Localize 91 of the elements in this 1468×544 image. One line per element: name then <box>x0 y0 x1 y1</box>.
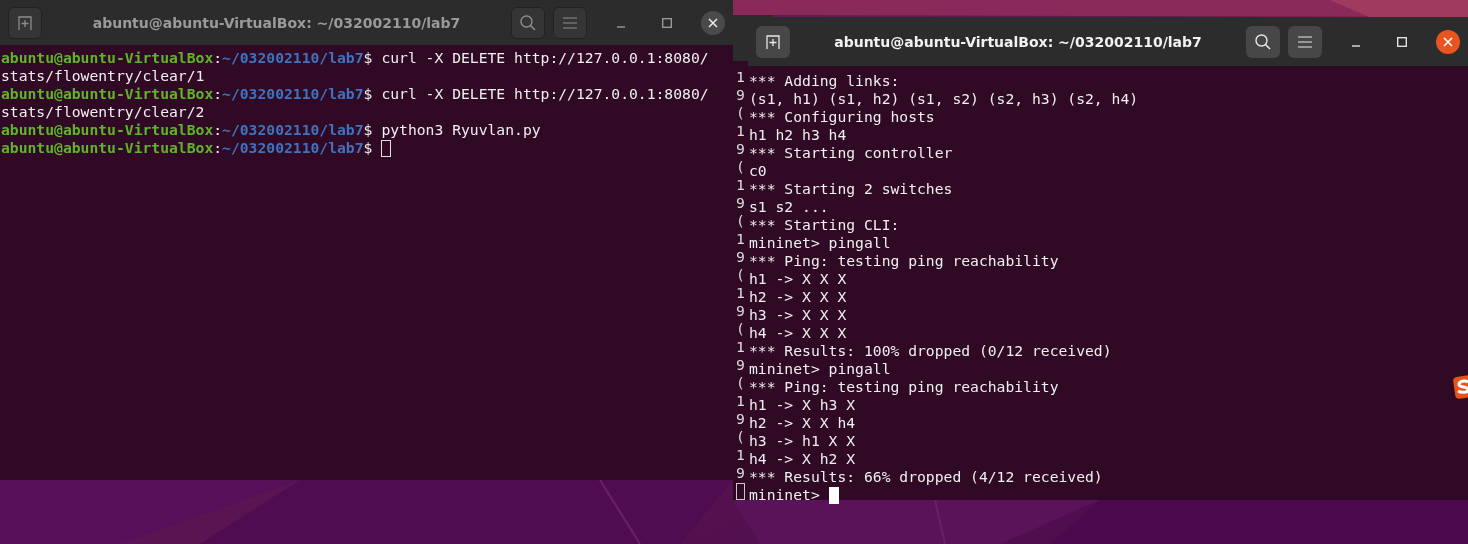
prompt-path: ~/032002110/lab7 <box>222 49 364 67</box>
terminal-text: *** Results: 66% dropped (4/12 received) <box>749 468 1103 486</box>
search-icon <box>1254 32 1272 51</box>
terminal-text: 1 <box>736 338 745 356</box>
prompt-user: abuntu@abuntu-VirtualBox <box>1 85 214 103</box>
command-text: curl -X DELETE http://127.0.0.1:8080/ <box>381 49 709 67</box>
terminal-text: h2 -> X X X <box>749 288 847 306</box>
maximize-icon <box>1397 36 1407 47</box>
terminal-text: 9 <box>736 248 745 266</box>
terminal-text: c0 <box>749 162 767 180</box>
logo-icon <box>1452 374 1468 400</box>
new-tab-button[interactable] <box>8 6 42 39</box>
prompt-sign: $ <box>363 121 373 139</box>
terminal-text: *** Configuring hosts <box>749 108 935 126</box>
terminal-text: mininet> <box>749 486 820 504</box>
terminal-text: 1 <box>736 284 745 302</box>
terminal-text: 1 <box>736 68 745 86</box>
terminal-text: 9 <box>736 302 745 320</box>
terminal-text: h3 -> X X X <box>749 306 847 324</box>
terminal-text: 9 <box>736 410 745 428</box>
terminal-text: stats/flowentry/clear/2 <box>1 103 205 121</box>
terminal-text: 9 <box>736 356 745 374</box>
prompt-sign: $ <box>363 85 373 103</box>
new-tab-icon <box>765 33 781 50</box>
terminal-text: mininet> pingall <box>749 234 891 252</box>
terminal-text: ( <box>736 158 745 176</box>
prompt-path: ~/032002110/lab7 <box>222 121 364 139</box>
menu-icon <box>563 16 577 29</box>
close-icon <box>1443 36 1453 47</box>
prompt-user: abuntu@abuntu-VirtualBox <box>1 121 214 139</box>
prompt-user: abuntu@abuntu-VirtualBox <box>1 49 214 67</box>
new-tab-icon <box>17 14 33 31</box>
terminal-text: 1 <box>736 446 745 464</box>
terminal-text: *** Adding links: <box>749 72 900 90</box>
prompt-sign: $ <box>363 139 373 157</box>
minimize-icon <box>616 25 626 28</box>
prompt-path: ~/032002110/lab7 <box>222 85 364 103</box>
terminal-text: *** Ping: testing ping reachability <box>749 252 1059 270</box>
menu-icon <box>1298 35 1312 48</box>
command-text: python3 Ryuvlan.py <box>381 121 541 139</box>
terminal-text: ( <box>736 212 745 230</box>
terminal-text: stats/flowentry/clear/1 <box>1 67 205 85</box>
prompt-colon: : <box>213 139 223 157</box>
terminal-text: h1 h2 h3 h4 <box>749 126 847 144</box>
close-icon <box>708 17 718 28</box>
prompt-path: ~/032002110/lab7 <box>222 139 364 157</box>
command-text: curl -X DELETE http://127.0.0.1:8080/ <box>381 85 709 103</box>
terminal-text: *** Starting CLI: <box>749 216 900 234</box>
terminal-text: s1 s2 ... <box>749 198 829 216</box>
terminal-text: 1 <box>736 122 745 140</box>
prompt-user: abuntu@abuntu-VirtualBox <box>1 139 214 157</box>
terminal-text: ( <box>736 320 745 338</box>
minimize-icon <box>1351 44 1361 47</box>
new-tab-button[interactable] <box>756 25 790 58</box>
terminal-text: *** Results: 100% dropped (0/12 received) <box>749 342 1112 360</box>
terminal-text: h4 -> X X X <box>749 324 847 342</box>
prompt-sign: $ <box>363 49 373 67</box>
search-button[interactable] <box>1246 25 1280 58</box>
terminal-text: *** Ping: testing ping reachability <box>749 378 1059 396</box>
terminal-text: 1 <box>736 230 745 248</box>
terminal-text: *** Starting 2 switches <box>749 180 953 198</box>
prompt-colon: : <box>213 121 223 139</box>
terminal-text: h1 -> X X X <box>749 270 847 288</box>
terminal-text: h1 -> X h3 X <box>749 396 856 414</box>
terminal-text: ( <box>736 104 745 122</box>
maximize-icon <box>662 17 672 28</box>
terminal-text: ( <box>736 266 745 284</box>
terminal-text: 1 <box>736 392 745 410</box>
terminal-text: ( <box>736 374 745 392</box>
window-title: abuntu@abuntu-VirtualBox: ~/032002110/lab7 <box>91 14 462 31</box>
terminal-text: (s1, h1) (s1, h2) (s1, s2) (s2, h3) (s2, h4) <box>749 90 1139 108</box>
terminal-text: 9 <box>736 464 745 482</box>
search-button[interactable] <box>511 6 545 39</box>
terminal-text: h2 -> X X h4 <box>749 414 856 432</box>
terminal-text: *** Starting controller <box>749 144 953 162</box>
window-title: abuntu@abuntu-VirtualBox: ~/032002110/lab7 <box>833 33 1203 50</box>
terminal-text: 1 <box>736 176 745 194</box>
close-button[interactable] <box>1436 29 1460 54</box>
prompt-colon: : <box>213 85 223 103</box>
terminal-text: ( <box>736 428 745 446</box>
search-icon <box>519 13 537 32</box>
terminal-text: 9 <box>736 140 745 158</box>
terminal-text: mininet> pingall <box>749 360 891 378</box>
menu-button[interactable] <box>1288 25 1322 58</box>
terminal-text: 9 <box>736 86 745 104</box>
terminal-text: h3 -> h1 X X <box>749 432 856 450</box>
terminal-text: h4 -> X h2 X <box>749 450 856 468</box>
prompt-colon: : <box>213 49 223 67</box>
close-button[interactable] <box>701 10 725 35</box>
menu-button[interactable] <box>553 6 587 39</box>
terminal-text: 9 <box>736 194 745 212</box>
